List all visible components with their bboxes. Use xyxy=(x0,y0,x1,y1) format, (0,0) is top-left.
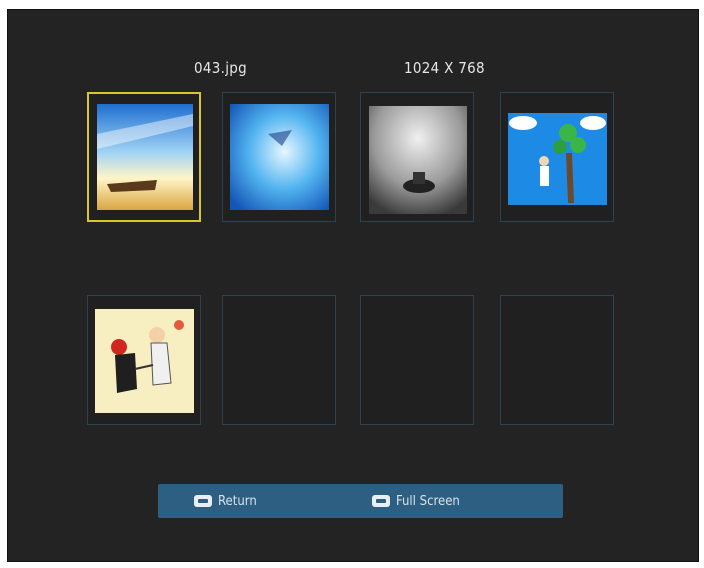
help-bar: Return Full Screen xyxy=(158,484,563,518)
return-key-icon xyxy=(194,495,212,507)
return-label: Return xyxy=(218,493,257,509)
thumbnail-slot-3[interactable] xyxy=(360,92,474,222)
ok-key-icon xyxy=(372,495,390,507)
fullscreen-hint[interactable]: Full Screen xyxy=(372,493,460,509)
filename-label: 043.jpg xyxy=(194,59,248,77)
boat-sky-thumbnail xyxy=(97,104,193,210)
thumbnail-slot-6[interactable] xyxy=(222,295,336,425)
fullscreen-label: Full Screen xyxy=(396,493,460,509)
return-hint[interactable]: Return xyxy=(194,493,257,509)
thumbnail-slot-5[interactable] xyxy=(87,295,201,425)
thumbnail-slot-7[interactable] xyxy=(360,295,474,425)
grey-spotlight-thumbnail xyxy=(369,106,467,214)
thumbnail-slot-4[interactable] xyxy=(500,92,614,222)
thumbnail-slot-2[interactable] xyxy=(222,92,336,222)
thumbnail-slot-1[interactable] xyxy=(87,92,201,222)
thumbnail-slot-8[interactable] xyxy=(500,295,614,425)
blue-clouds-thumbnail xyxy=(230,104,329,210)
cartoon-dancers-thumbnail xyxy=(95,309,194,413)
resolution-label: 1024 X 768 xyxy=(404,59,485,77)
photo-browser-screen: 043.jpg 1024 X 768 xyxy=(7,9,699,562)
cartoon-tree-thumbnail xyxy=(508,113,607,205)
